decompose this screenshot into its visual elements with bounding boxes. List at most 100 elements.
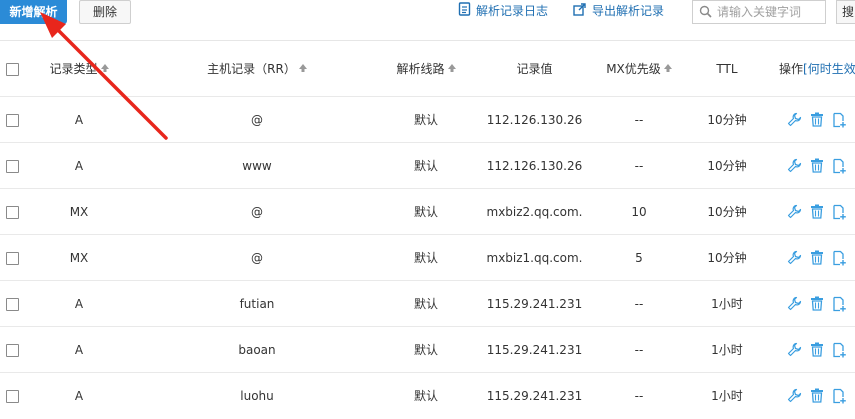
wrench-icon[interactable] <box>787 112 802 127</box>
resolution-line: 默认 <box>413 159 438 173</box>
row-select-cell <box>0 189 24 235</box>
table-row: A baoan 默认 115.29.241.231 -- 1小时 <box>0 326 855 373</box>
row-select-cell <box>0 235 24 281</box>
select-all-checkbox[interactable] <box>5 62 19 76</box>
table-row: MX @ 默认 mxbiz1.qq.com. 5 10分钟 <box>0 234 855 281</box>
record-value: mxbiz1.qq.com. <box>486 250 583 265</box>
row-checkbox[interactable] <box>5 389 19 403</box>
row-actions <box>773 235 855 281</box>
resolution-line: 默认 <box>413 205 438 219</box>
delete-button[interactable]: 删除 <box>79 0 131 24</box>
resolution-line: 默认 <box>413 389 438 404</box>
trash-icon[interactable] <box>810 388 824 403</box>
doc-add-icon[interactable] <box>832 112 847 128</box>
dns-records-table: 记录类型 主机记录（RR） 解析线路 记录值 MX优先级 TTL 操作[何时生效… <box>0 40 855 419</box>
table-row: MX @ 默认 mxbiz2.qq.com. 10 10分钟 <box>0 188 855 235</box>
resolution-line: 默认 <box>413 113 438 127</box>
wrench-icon[interactable] <box>787 296 802 311</box>
log-icon <box>458 1 471 21</box>
trash-icon[interactable] <box>810 296 824 311</box>
wrench-icon[interactable] <box>787 250 802 265</box>
row-select-cell <box>0 97 24 143</box>
row-actions <box>773 327 855 373</box>
doc-add-icon[interactable] <box>832 388 847 404</box>
row-checkbox[interactable] <box>5 113 19 127</box>
trash-icon[interactable] <box>810 342 824 357</box>
mx-priority: -- <box>634 296 644 311</box>
select-all-cell <box>0 41 24 97</box>
row-checkbox[interactable] <box>5 205 19 219</box>
wrench-icon[interactable] <box>787 204 802 219</box>
row-select-cell <box>0 373 24 419</box>
resolution-line: 默认 <box>413 251 438 265</box>
trash-icon[interactable] <box>810 158 824 173</box>
record-type: MX <box>69 250 89 265</box>
record-type: A <box>74 112 84 127</box>
search-input[interactable] <box>717 5 812 19</box>
row-checkbox[interactable] <box>5 343 19 357</box>
record-log-link[interactable]: 解析记录日志 <box>458 1 549 21</box>
doc-add-icon[interactable] <box>832 342 847 358</box>
host-record: www <box>242 158 272 173</box>
record-value: 112.126.130.26 <box>486 158 583 173</box>
ttl-value: 10分钟 <box>707 113 747 127</box>
record-type: A <box>74 296 84 311</box>
col-ops: 操作[何时生效 <box>779 62 855 76</box>
record-log-label: 解析记录日志 <box>476 4 549 18</box>
search-box[interactable] <box>692 0 826 24</box>
doc-add-icon[interactable] <box>832 250 847 266</box>
mx-priority: -- <box>634 158 644 173</box>
ttl-value: 1小时 <box>711 389 743 404</box>
doc-add-icon[interactable] <box>832 158 847 174</box>
host-record: luohu <box>240 388 274 403</box>
mx-priority: -- <box>634 342 644 357</box>
mx-priority: 10 <box>631 204 647 219</box>
record-value: 115.29.241.231 <box>486 296 583 311</box>
export-records-link[interactable]: 导出解析记录 <box>573 2 664 20</box>
mx-priority: -- <box>634 112 644 127</box>
ttl-value: 1小时 <box>711 343 743 357</box>
host-record: @ <box>251 112 263 127</box>
export-records-label: 导出解析记录 <box>592 4 665 18</box>
row-checkbox[interactable] <box>5 297 19 311</box>
row-select-cell <box>0 143 24 189</box>
doc-add-icon[interactable] <box>832 296 847 312</box>
trash-icon[interactable] <box>810 250 824 265</box>
sort-up-icon <box>663 61 672 75</box>
ttl-value: 10分钟 <box>707 159 747 173</box>
row-select-cell <box>0 327 24 373</box>
mx-priority: 5 <box>635 250 643 265</box>
mx-priority: -- <box>634 388 644 403</box>
ttl-value: 1小时 <box>711 297 743 311</box>
table-row: A www 默认 112.126.130.26 -- 10分钟 <box>0 142 855 189</box>
host-record: baoan <box>238 342 276 357</box>
row-checkbox[interactable] <box>5 251 19 265</box>
wrench-icon[interactable] <box>787 388 802 403</box>
table-row: A @ 默认 112.126.130.26 -- 10分钟 <box>0 96 855 143</box>
add-record-button[interactable]: 新增解析 <box>0 0 67 24</box>
col-line[interactable]: 解析线路 <box>380 41 472 97</box>
resolution-line: 默认 <box>413 297 438 311</box>
resolution-line: 默认 <box>413 343 438 357</box>
table-header-row: 记录类型 主机记录（RR） 解析线路 记录值 MX优先级 TTL 操作[何时生效 <box>0 40 855 97</box>
doc-add-icon[interactable] <box>832 204 847 220</box>
wrench-icon[interactable] <box>787 342 802 357</box>
when-effective-link[interactable]: [何时生效 <box>803 62 855 76</box>
record-type: A <box>74 158 84 173</box>
ttl-value: 10分钟 <box>707 251 747 265</box>
search-button[interactable]: 搜 <box>836 0 855 24</box>
record-value: 112.126.130.26 <box>486 112 583 127</box>
col-host[interactable]: 主机记录（RR） <box>134 41 380 97</box>
col-value: 记录值 <box>516 62 553 76</box>
host-record: @ <box>251 204 263 219</box>
row-checkbox[interactable] <box>5 159 19 173</box>
trash-icon[interactable] <box>810 204 824 219</box>
table-row: A luohu 默认 115.29.241.231 -- 1小时 <box>0 372 855 419</box>
trash-icon[interactable] <box>810 112 824 127</box>
sort-up-icon <box>447 61 456 75</box>
ttl-value: 10分钟 <box>707 205 747 219</box>
col-type[interactable]: 记录类型 <box>24 41 134 97</box>
export-icon <box>573 2 587 21</box>
toolbar: 新增解析 删除 解析记录日志 导出解析记录 搜 <box>0 0 855 36</box>
wrench-icon[interactable] <box>787 158 802 173</box>
